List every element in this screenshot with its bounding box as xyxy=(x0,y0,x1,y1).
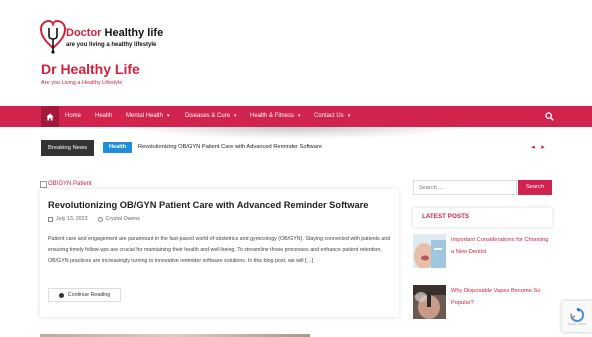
arrow-circle-icon xyxy=(58,292,64,298)
site-logo[interactable]: Doctor Healthy life are you living a hea… xyxy=(40,18,200,58)
nav-item-label: Health & Fitness xyxy=(250,113,295,119)
chevron-down-icon: ▾ xyxy=(298,113,301,119)
nav-item-contact-us[interactable]: Contact Us ▾ xyxy=(314,106,350,127)
latest-posts-title: LATEST POSTS xyxy=(422,213,470,220)
nav-item-label: Diseases & Cure xyxy=(185,113,231,119)
breaking-news-headline[interactable]: Revolutionizing OB/GYN Patient Care with… xyxy=(138,142,322,153)
recaptcha-privacy-terms[interactable]: Privacy - Terms xyxy=(568,323,586,326)
nav-item-home[interactable]: Home xyxy=(65,106,81,127)
arrow-right-icon[interactable]: ▸ xyxy=(539,143,547,152)
logo-title-doctor: Doctor xyxy=(66,27,102,39)
search-icon[interactable] xyxy=(545,112,554,121)
recaptcha-badge[interactable]: Privacy - Terms xyxy=(562,301,592,332)
chevron-down-icon: ▾ xyxy=(347,113,351,119)
main-navigation: Home Health Mental Health ▾ Diseases & Cu… xyxy=(0,106,592,127)
post-excerpt: Patient care and engagement are paramoun… xyxy=(48,236,391,264)
stethoscope-heart-icon xyxy=(40,19,66,54)
arrow-left-icon[interactable]: ◂ xyxy=(529,143,537,152)
nav-item-label: Health xyxy=(95,113,113,119)
home-icon xyxy=(46,113,54,120)
chevron-down-icon: ▾ xyxy=(234,113,237,119)
nav-item-label: Contact Us xyxy=(314,113,344,119)
nav-item-diseases-cure[interactable]: Diseases & Cure ▾ xyxy=(185,106,237,127)
breaking-news-label: Breaking News xyxy=(41,140,94,156)
search-input[interactable] xyxy=(413,180,517,195)
dentist-post-thumbnail[interactable] xyxy=(413,234,446,268)
nav-home-button[interactable] xyxy=(41,106,59,127)
post-title[interactable]: Revolutionizing OB/GYN Patient Care with… xyxy=(48,200,368,210)
nav-item-label: Home xyxy=(65,113,82,119)
latest-post-link[interactable]: Important Considerations for Choosing a … xyxy=(451,234,551,258)
site-description: Are you Living a Healthy Lifestyle xyxy=(41,80,123,86)
continue-reading-label: Continue Reading xyxy=(67,292,111,298)
nav-item-label: Mental Health xyxy=(126,113,164,119)
nav-item-health-fitness[interactable]: Health & Fitness ▾ xyxy=(250,106,301,127)
post-featured-image[interactable]: OB/GYN Patient xyxy=(40,179,92,189)
chevron-down-icon: ▾ xyxy=(167,113,170,119)
logo-title: Doctor Healthy life xyxy=(66,27,163,39)
post-author[interactable]: Crystal Owens xyxy=(106,216,140,222)
nav-item-mental-health[interactable]: Mental Health ▾ xyxy=(126,106,170,127)
logo-title-healthy-life: Healthy life xyxy=(104,27,164,39)
vape-post-thumbnail[interactable] xyxy=(413,285,446,319)
logo-tagline: are you living a healthy lifestyle xyxy=(66,42,157,48)
recaptcha-icon xyxy=(570,307,584,322)
calendar-icon xyxy=(48,216,53,222)
latest-post-link[interactable]: Why Disposable Vapes Become So Popular? xyxy=(451,285,551,309)
user-icon xyxy=(97,216,103,222)
search-button[interactable]: Search xyxy=(518,180,552,195)
nav-shadow-decoration xyxy=(120,127,470,139)
continue-reading-button[interactable]: Continue Reading xyxy=(48,288,121,302)
breaking-news-category-tag[interactable]: Health xyxy=(103,142,133,153)
nav-item-health[interactable]: Health xyxy=(95,106,112,127)
site-title[interactable]: Dr Healthy Life xyxy=(41,61,140,77)
post-image-alt-text: OB/GYN Patient xyxy=(48,181,92,187)
post-date[interactable]: July 13, 2023 xyxy=(56,216,88,222)
post-meta: July 13, 2023 Crystal Owens xyxy=(48,216,140,222)
broken-image-icon xyxy=(40,180,47,188)
